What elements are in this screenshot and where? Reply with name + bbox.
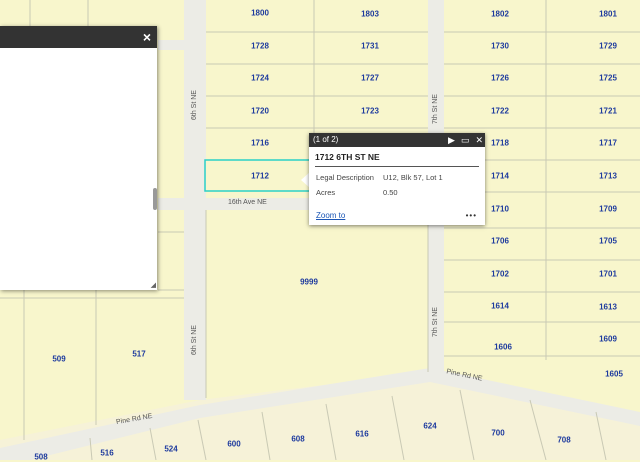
parcel-label: 700 <box>491 428 505 438</box>
popup-header: (1 of 2) ▶ ▭ ✕ <box>309 133 485 147</box>
close-icon[interactable]: ✕ <box>475 133 483 147</box>
attribute-row: Acres 0.50 <box>316 188 485 197</box>
maximize-icon[interactable]: ▭ <box>461 133 470 147</box>
parcel-label: 1609 <box>599 334 617 344</box>
parcel-label: 1723 <box>361 106 379 116</box>
parcel-label: 1705 <box>599 236 617 246</box>
parcel-label: 1800 <box>251 8 269 18</box>
parcel-label: 1713 <box>599 171 617 181</box>
parcel-label: 508 <box>34 452 48 462</box>
parcel-label: 616 <box>355 429 369 439</box>
parcel-label-selected[interactable]: 1712 <box>251 172 269 181</box>
parcel-label: 1803 <box>361 9 379 19</box>
feature-popup: (1 of 2) ▶ ▭ ✕ 1712 6TH ST NE Legal Desc… <box>309 133 485 225</box>
parcel-label: 1731 <box>361 41 379 51</box>
attribute-key: Legal Description <box>316 173 374 182</box>
parcel-label: 1709 <box>599 204 617 214</box>
more-options-icon[interactable]: ••• <box>466 211 477 220</box>
parcel-label: 1726 <box>491 73 509 83</box>
parcel-label: 1716 <box>251 138 269 148</box>
parcel-label: 524 <box>164 444 178 454</box>
resize-handle-icon[interactable]: ◢ <box>151 281 156 289</box>
parcel-label: 1613 <box>599 302 617 312</box>
parcel-label: 517 <box>132 349 146 359</box>
parcel-label: 708 <box>557 435 571 445</box>
scrollbar-thumb[interactable] <box>153 188 157 210</box>
street-label-7th: 7th St NE <box>432 94 439 124</box>
parcel-label: 1728 <box>251 41 269 51</box>
close-icon[interactable]: × <box>143 29 151 45</box>
side-panel: × ◢ <box>0 26 157 290</box>
parcel-label: 1718 <box>491 138 509 148</box>
road-stub <box>158 40 192 50</box>
parcel-label: 1801 <box>599 9 617 19</box>
parcel-label: 1724 <box>251 73 269 83</box>
attribute-row: Legal Description U12, Blk 57, Lot 1 <box>316 173 485 182</box>
parcel-label: 516 <box>100 448 114 458</box>
parcel-label: 1701 <box>599 269 617 279</box>
parcel-label: 1729 <box>599 41 617 51</box>
parcel-label: 9999 <box>300 277 318 287</box>
parcel-label: 1727 <box>361 73 379 83</box>
parcel-label: 1714 <box>491 171 509 181</box>
street-label-16th-ave: 16th Ave NE <box>228 199 267 206</box>
parcel-label: 1614 <box>491 301 509 311</box>
parcel-label: 608 <box>291 434 305 444</box>
parcel-label: 1717 <box>599 138 617 148</box>
popup-title: 1712 6TH ST NE <box>315 152 479 167</box>
parcel-label: 1725 <box>599 73 617 83</box>
popup-counter: (1 of 2) <box>313 135 339 144</box>
street-label-6th: 6th St NE <box>191 90 198 120</box>
parcel-label: 624 <box>423 421 437 431</box>
street-label-7th: 7th St NE <box>432 307 439 337</box>
parcel-label: 1722 <box>491 106 509 116</box>
parcel-label: 600 <box>227 439 241 449</box>
parcel-label: 1710 <box>491 204 509 214</box>
attribute-value: U12, Blk 57, Lot 1 <box>383 173 443 182</box>
next-feature-icon[interactable]: ▶ <box>448 133 455 147</box>
parcel-label: 1605 <box>605 369 623 379</box>
attribute-key: Acres <box>316 188 336 197</box>
parcel-label: 1706 <box>491 236 509 246</box>
parcel-label: 509 <box>52 354 66 364</box>
parcel-label: 1606 <box>494 342 512 352</box>
parcel-label: 1802 <box>491 9 509 19</box>
parcel-label: 1730 <box>491 41 509 51</box>
street-label-6th: 6th St NE <box>191 325 198 355</box>
zoom-to-link[interactable]: Zoom to <box>316 211 345 220</box>
popup-footer: Zoom to ••• <box>316 211 477 220</box>
side-panel-header: × <box>0 26 157 48</box>
parcel-label: 1702 <box>491 269 509 279</box>
parcel-label: 1720 <box>251 106 269 116</box>
parcel-label: 1721 <box>599 106 617 116</box>
attribute-value: 0.50 <box>383 188 398 197</box>
